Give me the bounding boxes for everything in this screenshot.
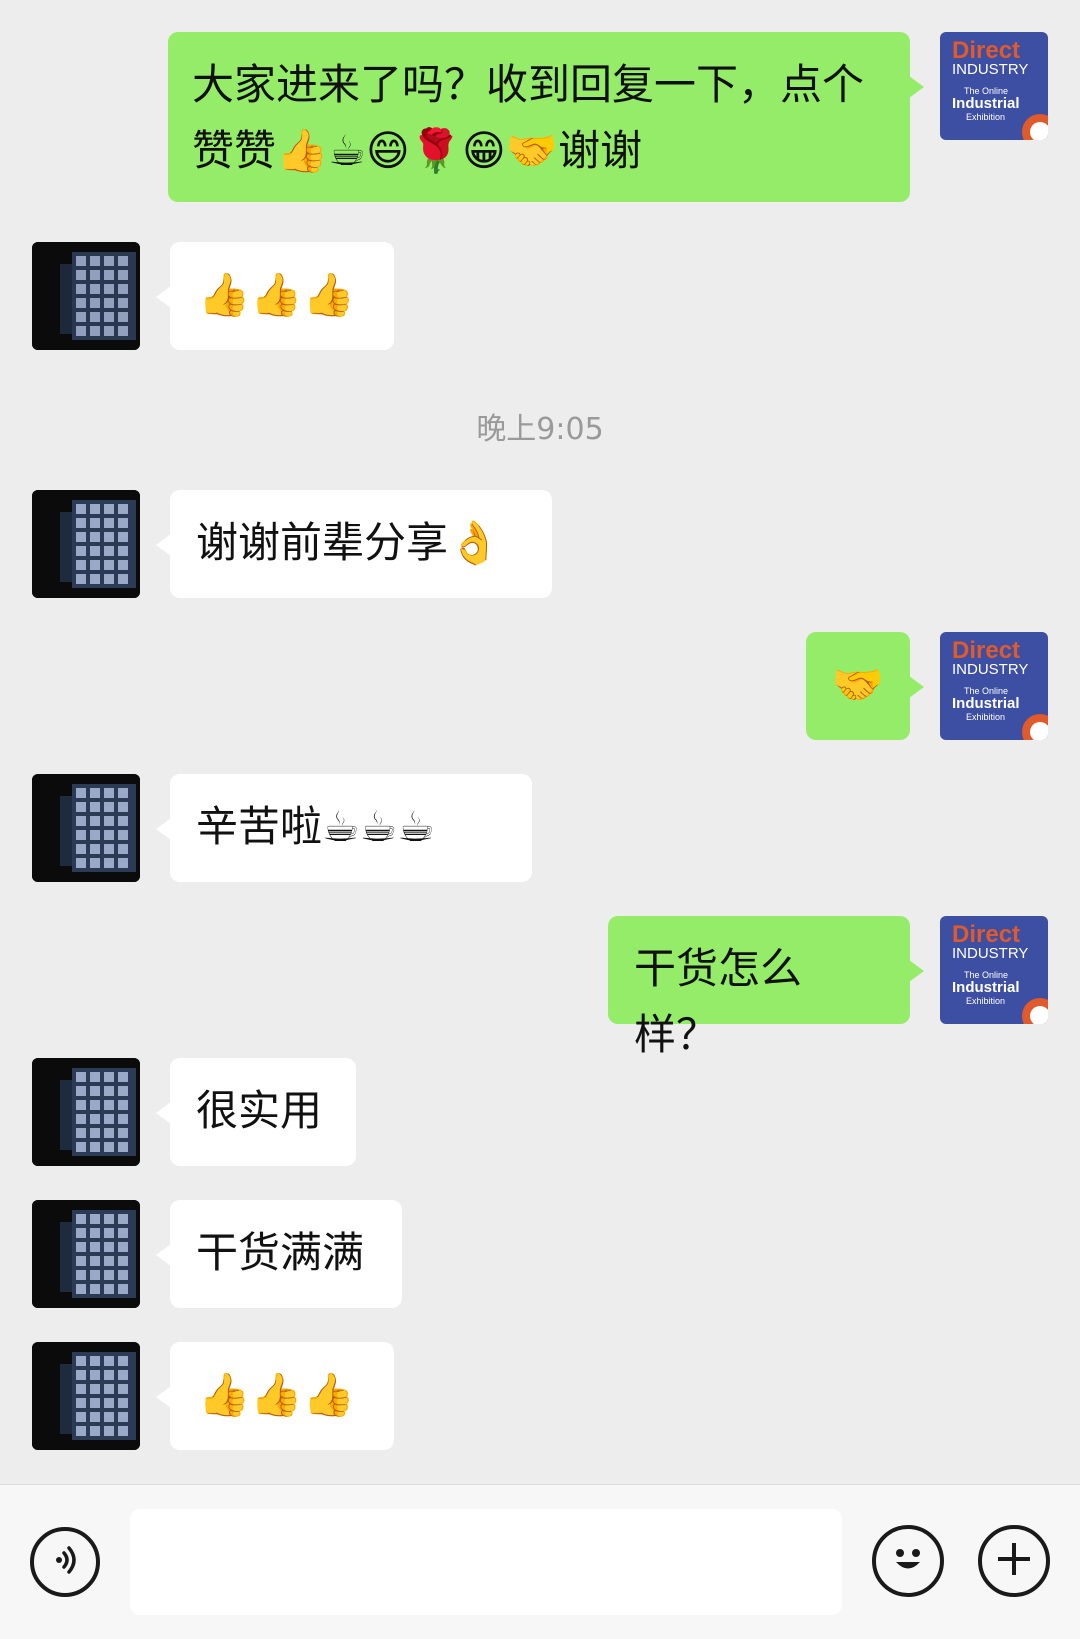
svg-text:Exhibition: Exhibition — [966, 996, 1005, 1006]
input-bar — [0, 1484, 1080, 1639]
contact-avatar[interactable] — [32, 490, 140, 598]
message-row: 谢谢前辈分享👌 — [0, 490, 1080, 598]
svg-text:Exhibition: Exhibition — [966, 712, 1005, 722]
message-row: 很实用 — [0, 1058, 1080, 1166]
message-text: 干货怎么样？ — [634, 944, 803, 1059]
message-text: 🤝 — [831, 660, 885, 709]
message-text: 辛苦啦☕☕☕ — [196, 802, 435, 851]
self-avatar[interactable]: Direct INDUSTRY The Online Industrial Ex… — [940, 32, 1048, 140]
svg-text:Direct: Direct — [952, 37, 1020, 64]
message-text: 干货满满 — [196, 1228, 365, 1277]
message-input[interactable] — [130, 1509, 842, 1615]
message-bubble[interactable]: 👍👍👍 — [156, 242, 394, 350]
message-text: 👍👍👍 — [198, 1370, 355, 1419]
message-bubble[interactable]: 大家进来了吗？收到回复一下，点个赞赞👍☕😄🌹😁🤝谢谢 — [168, 32, 924, 202]
chat-timestamp: 晚上9:05 — [476, 412, 604, 447]
voice-icon — [48, 1543, 82, 1581]
self-avatar[interactable]: Direct INDUSTRY The Online Industrial Ex… — [940, 632, 1048, 740]
emoji-button[interactable] — [872, 1525, 944, 1597]
contact-avatar[interactable] — [32, 774, 140, 882]
message-row: 👍👍👍 — [0, 1342, 1080, 1450]
svg-text:Industrial: Industrial — [952, 695, 1020, 712]
message-bubble[interactable]: 干货怎么样？ — [608, 916, 924, 1059]
contact-avatar[interactable] — [32, 1342, 140, 1450]
message-text: 👍👍👍 — [198, 270, 355, 319]
svg-text:Industrial: Industrial — [952, 979, 1020, 996]
svg-text:Industrial: Industrial — [952, 95, 1020, 112]
message-row: 👍👍👍 — [0, 242, 1080, 350]
chat-area: 大家进来了吗？收到回复一下，点个赞赞👍☕😄🌹😁🤝谢谢 Direct INDUST… — [0, 0, 1080, 1484]
plus-icon — [992, 1537, 1036, 1585]
message-bubble[interactable]: 🤝 — [806, 632, 924, 740]
self-avatar[interactable]: Direct INDUSTRY The Online Industrial Ex… — [940, 916, 1048, 1024]
message-bubble[interactable]: 👍👍👍 — [156, 1342, 394, 1450]
message-row: 干货满满 — [0, 1200, 1080, 1308]
svg-text:Direct: Direct — [952, 921, 1020, 948]
contact-avatar[interactable] — [32, 1200, 140, 1308]
message-row: 大家进来了吗？收到回复一下，点个赞赞👍☕😄🌹😁🤝谢谢 Direct INDUST… — [0, 32, 1080, 202]
voice-button[interactable] — [30, 1527, 100, 1597]
message-bubble[interactable]: 谢谢前辈分享👌 — [156, 490, 552, 598]
message-text: 大家进来了吗？收到回复一下，点个赞赞👍☕😄🌹😁🤝谢谢 — [192, 60, 865, 175]
message-row: 🤝 Direct INDUSTRY The Online Industrial … — [0, 632, 1080, 740]
emoji-icon — [884, 1535, 932, 1587]
message-bubble[interactable]: 很实用 — [156, 1058, 356, 1166]
message-bubble[interactable]: 辛苦啦☕☕☕ — [156, 774, 532, 882]
svg-text:INDUSTRY: INDUSTRY — [952, 61, 1028, 78]
svg-text:Direct: Direct — [952, 637, 1020, 664]
svg-text:INDUSTRY: INDUSTRY — [952, 945, 1028, 962]
contact-avatar[interactable] — [32, 1058, 140, 1166]
contact-avatar[interactable] — [32, 242, 140, 350]
plus-button[interactable] — [978, 1525, 1050, 1597]
message-text: 谢谢前辈分享👌 — [196, 518, 501, 567]
message-row: 干货怎么样？ Direct INDUSTRY The Online Indust… — [0, 916, 1080, 1059]
svg-text:Exhibition: Exhibition — [966, 112, 1005, 122]
message-bubble[interactable]: 干货满满 — [156, 1200, 402, 1308]
svg-text:INDUSTRY: INDUSTRY — [952, 661, 1028, 678]
message-row: 辛苦啦☕☕☕ — [0, 774, 1080, 882]
message-text: 很实用 — [196, 1086, 323, 1135]
